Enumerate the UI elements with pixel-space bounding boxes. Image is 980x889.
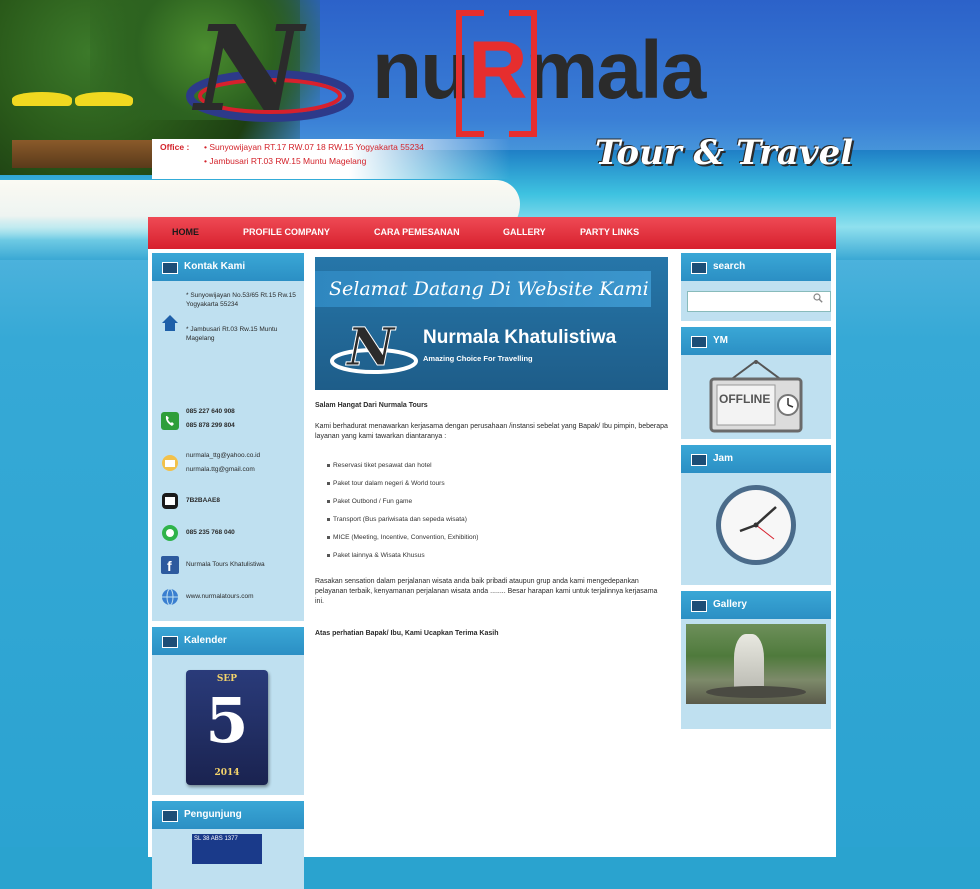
fountain-base bbox=[706, 686, 806, 698]
whatsapp-number: 085 235 768 040 bbox=[186, 529, 235, 536]
clock-title: Jam bbox=[713, 453, 734, 464]
umbrella-decoration bbox=[75, 92, 133, 106]
globe-icon bbox=[162, 588, 178, 606]
widget-title-clock: Jam bbox=[681, 445, 831, 473]
fountain-shape bbox=[734, 634, 764, 694]
left-sidebar: Kontak Kami * Sunyowijayan No.53/65 Rt.1… bbox=[152, 253, 304, 889]
widget-icon bbox=[691, 262, 707, 274]
brand-logo-icon: N bbox=[186, 10, 354, 128]
widget-title-contact: Kontak Kami bbox=[152, 253, 304, 281]
widget-icon bbox=[162, 262, 178, 274]
email-1[interactable]: nurmala_ttg@yahoo.co.id bbox=[186, 451, 300, 460]
contact-widget: * Sunyowijayan No.53/65 Rt.15 Rw.15 Yogy… bbox=[152, 281, 304, 621]
widget-title-visitors: Pengunjung bbox=[152, 801, 304, 829]
home-icon bbox=[162, 315, 178, 331]
clock-icon bbox=[716, 485, 796, 565]
calendar-widget: SEP 5 2014 bbox=[152, 655, 304, 795]
email-icon bbox=[162, 455, 178, 471]
service-item: Paket Outbond / Fun game bbox=[326, 498, 413, 505]
svg-text:N: N bbox=[345, 319, 397, 375]
brand-r-letter: R bbox=[456, 10, 538, 137]
closing-paragraph: Rasakan sensation dalam perjalanan wisat… bbox=[315, 578, 658, 606]
phone-1: 085 227 640 908 bbox=[186, 408, 235, 415]
calendar-card: SEP 5 2014 bbox=[186, 670, 268, 785]
whatsapp-icon bbox=[162, 525, 178, 541]
main-nav: HOME PROFILE COMPANY CARA PEMESANAN GALL… bbox=[148, 217, 836, 249]
intro-paragraph: Kami berhadurat menawarkan kerjasama den… bbox=[315, 423, 668, 441]
visitor-counter[interactable]: SL 38 ABS 1377 bbox=[192, 834, 262, 864]
brand-tagline: Tour & Travel bbox=[595, 133, 854, 173]
gallery-image[interactable] bbox=[686, 624, 826, 704]
widget-icon bbox=[162, 810, 178, 822]
nav-profile-company[interactable]: PROFILE COMPANY bbox=[243, 227, 330, 237]
search-input[interactable] bbox=[687, 291, 831, 312]
facebook-icon: f bbox=[161, 556, 179, 574]
widget-icon bbox=[691, 600, 707, 612]
svg-text:N: N bbox=[191, 10, 307, 128]
brand-prefix: nu bbox=[372, 25, 470, 116]
bbm-icon bbox=[162, 493, 178, 509]
welcome-banner: Selamat Datang Di Website Kami N Nurmala… bbox=[315, 257, 668, 390]
widget-title-search: search bbox=[681, 253, 831, 281]
banner-logo-icon: N bbox=[330, 319, 418, 375]
widget-title-ym: YM bbox=[681, 327, 831, 355]
thanks-text: Atas perhatian Bapak/ Ibu, Kami Ucapkan … bbox=[315, 630, 499, 637]
widget-icon bbox=[691, 454, 707, 466]
ym-widget: OFFLINE bbox=[681, 355, 831, 439]
nav-party-links[interactable]: PARTY LINKS bbox=[580, 227, 639, 237]
nav-home[interactable]: HOME bbox=[172, 227, 199, 237]
website-url[interactable]: www.nurmalatours.com bbox=[186, 592, 300, 601]
contact-title: Kontak Kami bbox=[184, 261, 246, 272]
banner-subtitle: Amazing Choice For Travelling bbox=[423, 354, 533, 363]
ym-title: YM bbox=[713, 335, 728, 346]
service-item: MICE (Meeting, Incentive, Convention, Ex… bbox=[327, 534, 479, 541]
visitor-widget: SL 38 ABS 1377 bbox=[152, 829, 304, 889]
service-item: Paket tour dalam negeri & World tours bbox=[327, 480, 445, 487]
office-line-1: • Sunyowijayan RT.17 RW.07 18 RW.15 Yogy… bbox=[204, 142, 424, 152]
widget-title-calendar: Kalender bbox=[152, 627, 304, 655]
background-deck bbox=[12, 140, 162, 168]
office-line-2: • Jambusari RT.03 RW.15 Muntu Magelang bbox=[204, 156, 367, 166]
nav-gallery[interactable]: GALLERY bbox=[503, 227, 546, 237]
search-icon[interactable] bbox=[813, 293, 823, 303]
calendar-year: 2014 bbox=[214, 768, 240, 778]
address-2: * Jambusari Rt.03 Rw.15 Muntu Magelang bbox=[186, 326, 278, 343]
service-item: Transport (Bus pariwisata dan sepeda wis… bbox=[327, 516, 467, 523]
clock-widget bbox=[681, 473, 831, 585]
brand-name: nuRmala bbox=[372, 10, 706, 137]
address-1: * Sunyowijayan No.53/65 Rt.15 Rw.15 Yogy… bbox=[186, 292, 296, 309]
phone-2: 085 878 299 804 bbox=[186, 422, 235, 429]
widget-title-gallery: Gallery bbox=[681, 591, 831, 619]
banner-welcome: Selamat Datang Di Website Kami bbox=[315, 271, 651, 307]
ym-status-text: OFFLINE bbox=[719, 392, 770, 406]
service-item: Reservasi tiket pesawat dan hotel bbox=[327, 462, 432, 469]
ym-status-icon[interactable]: OFFLINE bbox=[709, 359, 803, 433]
calendar-day: 5 bbox=[205, 684, 249, 757]
calendar-month: SEP bbox=[216, 674, 238, 684]
office-address-banner: Office : • Sunyowijayan RT.17 RW.07 18 R… bbox=[152, 139, 510, 179]
phone-icon bbox=[161, 412, 179, 430]
bbm-pin: 7B2BAAE8 bbox=[186, 497, 220, 504]
svg-text:f: f bbox=[167, 558, 172, 574]
gallery-title: Gallery bbox=[713, 599, 747, 610]
right-sidebar: search YM OFFLINE Jam Gallery bbox=[681, 253, 831, 729]
office-label: Office : bbox=[160, 142, 190, 152]
umbrella-decoration bbox=[12, 92, 72, 106]
search-title: search bbox=[713, 261, 746, 272]
facebook-name[interactable]: Nurmala Tours Khatulistiwa bbox=[186, 560, 300, 569]
visitor-title: Pengunjung bbox=[184, 809, 242, 820]
calendar-title: Kalender bbox=[184, 635, 227, 646]
nav-cara-pemesanan[interactable]: CARA PEMESANAN bbox=[374, 227, 460, 237]
service-item: Paket lainnya & Wisata Khusus bbox=[327, 552, 425, 559]
email-2[interactable]: nurmala.ttg@gmail.com bbox=[186, 465, 300, 474]
widget-icon bbox=[691, 336, 707, 348]
widget-icon bbox=[162, 636, 178, 648]
brand-suffix: mala bbox=[525, 25, 706, 116]
banner-company-name: Nurmala Khatulistiwa bbox=[423, 327, 617, 348]
gallery-widget bbox=[681, 619, 831, 729]
greeting: Salam Hangat Dari Nurmala Tours bbox=[315, 402, 428, 409]
